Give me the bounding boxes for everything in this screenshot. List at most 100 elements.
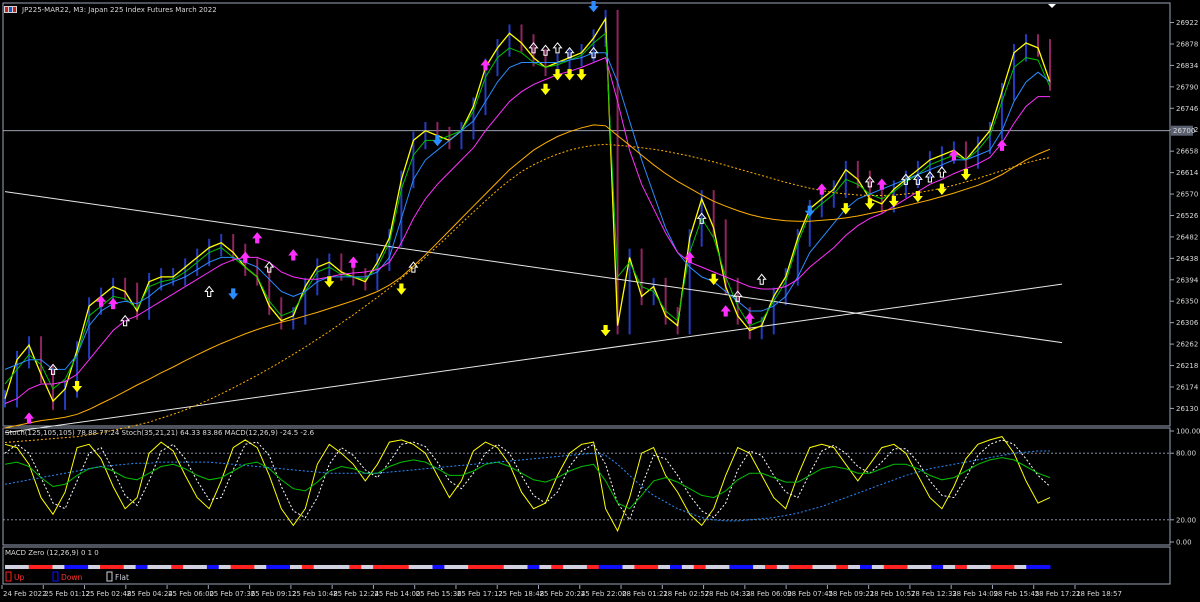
x-tick-label: 24 Feb 2022	[3, 590, 47, 598]
macd-state-segment	[883, 565, 897, 569]
macd-state-segment	[871, 565, 885, 569]
x-tick-label: 28 Feb 17:21	[1035, 590, 1081, 598]
macd-state-segment	[159, 565, 172, 569]
macd-state-segment	[717, 565, 730, 569]
macd-state-segment	[539, 565, 552, 569]
macd-state-segment	[670, 565, 683, 569]
macd-state-segment	[610, 565, 623, 569]
x-tick-label: 28 Feb 01:21	[622, 590, 668, 598]
macd-state-segment	[111, 565, 125, 569]
x-tick-label: 28 Feb 15:45	[993, 590, 1039, 598]
macd-state-segment	[16, 565, 30, 569]
y-tick-label: 26526	[1176, 212, 1199, 220]
macd-state-segment	[468, 565, 481, 569]
x-tick-label: 25 Feb 15:36	[416, 590, 462, 598]
macd-state-segment	[40, 565, 53, 569]
macd-state-segment	[1038, 565, 1051, 569]
macd-state-segment	[634, 565, 647, 569]
x-tick-label: 25 Feb 18:48	[498, 590, 544, 598]
y-tick-label: 26922	[1176, 19, 1198, 27]
x-tick-label: 25 Feb 01:12	[44, 590, 90, 598]
x-tick-label: 28 Feb 09:21	[828, 590, 874, 598]
y-tick-label: 26878	[1176, 40, 1198, 48]
macd-state-segment	[480, 565, 493, 569]
y-tick-label: 26218	[1176, 362, 1198, 370]
y-tick-label: 26262	[1176, 341, 1198, 349]
macd-state-segment	[123, 565, 137, 569]
y-tick-label: 26482	[1176, 233, 1198, 241]
macd-state-segment	[622, 565, 635, 569]
chart-background	[0, 0, 1200, 602]
y-tick-label: 26746	[1176, 105, 1199, 113]
macd-state-segment	[575, 565, 588, 569]
macd-state-segment	[5, 565, 18, 569]
macd-state-segment	[254, 565, 267, 569]
macd-state-segment	[230, 565, 243, 569]
macd-state-segment	[681, 565, 695, 569]
macd-state-segment	[705, 565, 718, 569]
macd-state-segment	[444, 565, 457, 569]
x-tick-label: 28 Feb 10:57	[870, 590, 916, 598]
macd-state-segment	[907, 565, 920, 569]
macd-state-segment	[551, 565, 564, 569]
macd-state-segment	[503, 565, 517, 569]
y-tick-label: 26570	[1176, 191, 1198, 199]
macd-state-segment	[776, 565, 790, 569]
macd-state-segment	[361, 565, 374, 569]
macd-state-segment	[1026, 565, 1039, 569]
macd-state-segment	[290, 565, 303, 569]
x-tick-label: 28 Feb 06:09	[746, 590, 792, 598]
legend-down-label: Down	[61, 573, 82, 582]
macd-state-segment	[313, 565, 327, 569]
stoch-tick-label: 80.00	[1176, 450, 1196, 458]
macd-state-segment	[195, 565, 208, 569]
macd-state-segment	[64, 565, 77, 569]
x-tick-label: 25 Feb 09:12	[251, 590, 297, 598]
x-tick-label: 28 Feb 12:33	[911, 590, 957, 598]
macd-state-segment	[385, 565, 398, 569]
macd-state-segment	[836, 565, 849, 569]
stoch-panel-title: Stoch(125,105,105) 78.88 77.24 Stoch(35,…	[5, 429, 315, 437]
y-tick-label: 26350	[1176, 298, 1198, 306]
macd-state-segment	[76, 565, 89, 569]
x-tick-label: 25 Feb 02:48	[86, 590, 132, 598]
macd-state-segment	[966, 565, 980, 569]
window-icon	[4, 6, 17, 13]
macd-state-segment	[788, 565, 802, 569]
macd-state-segment	[693, 565, 707, 569]
macd-state-segment	[206, 565, 220, 569]
x-tick-label: 25 Feb 10:48	[292, 590, 338, 598]
macd-state-segment	[28, 565, 42, 569]
macd-state-segment	[563, 565, 576, 569]
x-tick-label: 25 Feb 04:24	[127, 590, 173, 598]
macd-state-segment	[171, 565, 184, 569]
macd-state-segment	[88, 565, 101, 569]
trading-chart[interactable]: 2692226878268342679026746267022665826614…	[0, 0, 1200, 602]
stoch-tick-label: 100.00	[1176, 428, 1200, 436]
macd-state-segment	[491, 565, 505, 569]
y-tick-label: 26438	[1176, 255, 1198, 263]
macd-state-segment	[100, 565, 113, 569]
macd-state-segment	[765, 565, 778, 569]
macd-state-segment	[741, 565, 754, 569]
macd-state-segment	[183, 565, 196, 569]
x-tick-label: 28 Feb 04:33	[705, 590, 751, 598]
stoch-tick-label: 20.00	[1176, 516, 1196, 524]
macd-state-segment	[895, 565, 908, 569]
macd-state-segment	[456, 565, 469, 569]
macd-state-segment	[598, 565, 612, 569]
macd-state-segment	[301, 565, 315, 569]
macd-state-segment	[824, 565, 837, 569]
y-tick-label: 26658	[1176, 148, 1198, 156]
macd-state-segment	[52, 565, 65, 569]
x-tick-label: 25 Feb 14:00	[374, 590, 420, 598]
y-tick-label: 26614	[1176, 169, 1199, 177]
macd-state-segment	[349, 565, 362, 569]
macd-state-segment	[1014, 565, 1027, 569]
macd-state-segment	[325, 565, 338, 569]
macd-state-segment	[800, 565, 813, 569]
macd-state-segment	[646, 565, 659, 569]
y-tick-label: 26790	[1176, 83, 1198, 91]
macd-state-segment	[753, 565, 766, 569]
macd-state-segment	[931, 565, 944, 569]
